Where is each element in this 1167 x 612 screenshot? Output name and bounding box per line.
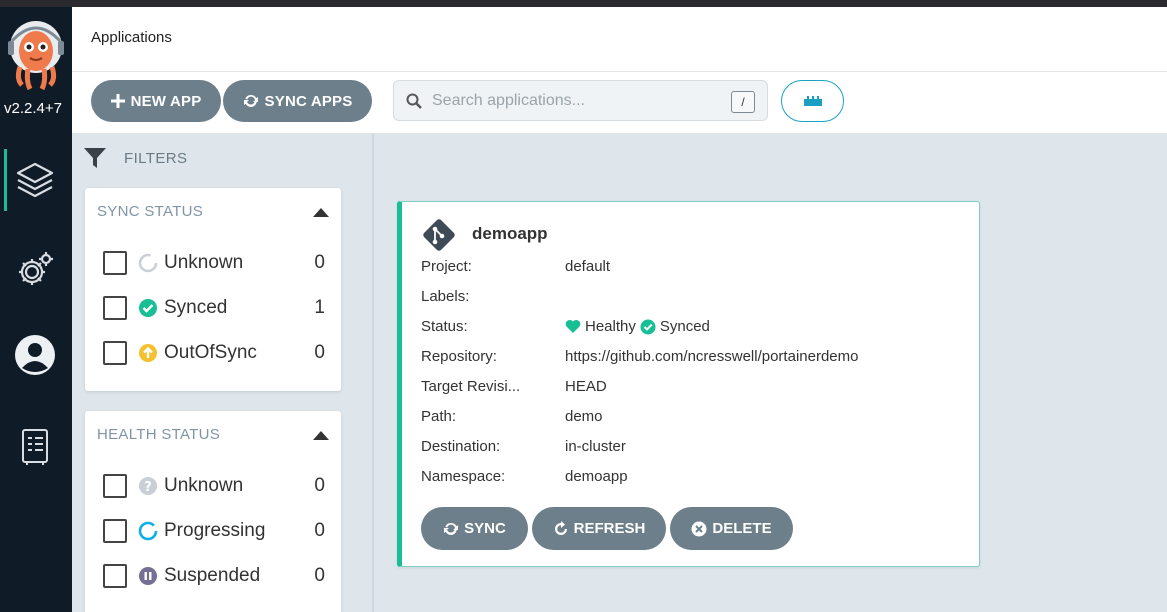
field-key: Target Revisi... (421, 378, 521, 395)
delete-label: DELETE (712, 520, 772, 537)
filters-divider (372, 133, 374, 612)
argo-logo-icon[interactable] (6, 21, 66, 91)
filter-count: 0 (314, 520, 325, 541)
arrow-up-circle-icon (138, 343, 158, 363)
filter-row-sync-outofsync: OutOfSync 0 (103, 340, 325, 366)
checkbox-health-suspended[interactable] (103, 564, 127, 588)
left-nav: v2.2.4+7 (0, 7, 72, 612)
nav-settings-icon[interactable] (14, 248, 56, 290)
checkbox-sync-outofsync[interactable] (103, 341, 127, 365)
health-status-title: HEALTH STATUS (97, 426, 221, 443)
health-status-text: Healthy (585, 318, 636, 335)
nav-docs-icon[interactable] (14, 425, 56, 467)
sync-apps-button[interactable]: SYNC APPS (223, 80, 372, 122)
nav-active-indicator (4, 149, 7, 211)
delete-button[interactable]: DELETE (670, 507, 793, 550)
field-key: Destination: (421, 438, 501, 455)
refresh-label: REFRESH (573, 520, 646, 537)
filter-row-sync-synced: Synced 1 (103, 295, 325, 321)
nav-user-icon[interactable] (14, 334, 56, 376)
nav-applications-icon[interactable] (14, 159, 56, 201)
ruler-icon (803, 96, 822, 106)
heart-icon (565, 319, 581, 333)
field-value: demoapp (565, 468, 628, 485)
sync-status-title: SYNC STATUS (97, 203, 204, 220)
search-shortcut-hint: / (731, 91, 755, 113)
sync-status-panel: SYNC STATUS Unknown 0 Synced 1 OutOfSync… (85, 188, 341, 391)
plus-icon (110, 94, 125, 108)
filter-count: 0 (314, 475, 325, 496)
sync-icon (243, 94, 258, 107)
close-circle-icon (691, 521, 707, 536)
circle-notch-icon (138, 253, 158, 273)
filter-count: 0 (314, 342, 325, 363)
refresh-button[interactable]: REFRESH (532, 507, 666, 550)
filter-icon (84, 148, 106, 168)
filter-label: Unknown (164, 252, 244, 273)
field-key: Status: (421, 318, 468, 335)
filter-row-sync-unknown: Unknown 0 (103, 250, 325, 276)
application-card[interactable]: demoapp Project: default Labels: Status:… (397, 201, 980, 567)
filters-title: FILTERS (124, 149, 188, 167)
filter-count: 0 (314, 565, 325, 586)
checkbox-sync-unknown[interactable] (103, 251, 127, 275)
checkbox-health-progressing[interactable] (103, 519, 127, 543)
sync-status-text: Synced (659, 318, 710, 335)
checkbox-sync-synced[interactable] (103, 296, 127, 320)
spinner-icon (138, 521, 158, 541)
sync-button[interactable]: SYNC (421, 507, 528, 550)
check-circle-icon (138, 298, 158, 318)
git-icon (422, 218, 456, 257)
field-key: Namespace: (421, 468, 506, 485)
sync-icon (444, 522, 459, 535)
sync-apps-label: SYNC APPS (264, 92, 353, 110)
search-input[interactable] (432, 89, 722, 113)
page-title: Applications (91, 29, 172, 46)
toolbar: NEW APP SYNC APPS / (72, 72, 1167, 133)
field-value: HEAD (565, 378, 607, 395)
collapse-caret-icon[interactable] (313, 208, 329, 217)
page-header: Applications (72, 7, 1167, 72)
view-toggle-button[interactable] (781, 80, 844, 122)
health-status-panel: HEALTH STATUS ? Unknown 0 Progressing 0 … (85, 411, 341, 612)
pause-circle-icon (138, 566, 158, 586)
field-value: demo (565, 408, 603, 425)
field-key: Project: (421, 258, 472, 275)
sync-label: SYNC (464, 520, 506, 537)
filter-row-health-unknown: ? Unknown 0 (103, 473, 325, 499)
filter-count: 1 (314, 297, 325, 318)
app-name[interactable]: demoapp (472, 224, 548, 244)
refresh-icon (554, 520, 567, 535)
field-key: Path: (421, 408, 457, 425)
field-key: Repository: (421, 348, 497, 365)
filter-count: 0 (314, 252, 325, 273)
filter-row-health-suspended: Suspended 0 (103, 563, 325, 589)
search-icon (406, 93, 422, 109)
filter-label: Synced (164, 297, 228, 318)
check-circle-icon (640, 319, 656, 334)
field-value: https://github.com/ncresswell/portainerd… (565, 348, 859, 365)
window-top-strip (0, 0, 1167, 7)
filter-label: Progressing (164, 520, 266, 541)
svg-text:?: ? (144, 480, 152, 495)
new-app-label: NEW APP (130, 92, 202, 110)
field-key: Labels: (421, 288, 470, 305)
version-label: v2.2.4+7 (4, 100, 62, 117)
checkbox-health-unknown[interactable] (103, 474, 127, 498)
field-value: in-cluster (565, 438, 626, 455)
question-circle-icon: ? (138, 476, 158, 496)
field-value-status: Healthy Synced (565, 318, 710, 335)
search-box: / (393, 80, 768, 121)
field-value: default (565, 258, 611, 275)
filters-header: FILTERS (84, 145, 187, 171)
collapse-caret-icon[interactable] (313, 431, 329, 440)
filter-row-health-progressing: Progressing 0 (103, 518, 325, 544)
filter-label: OutOfSync (164, 342, 257, 363)
new-app-button[interactable]: NEW APP (91, 80, 221, 122)
filter-label: Unknown (164, 475, 244, 496)
filter-label: Suspended (164, 565, 261, 586)
